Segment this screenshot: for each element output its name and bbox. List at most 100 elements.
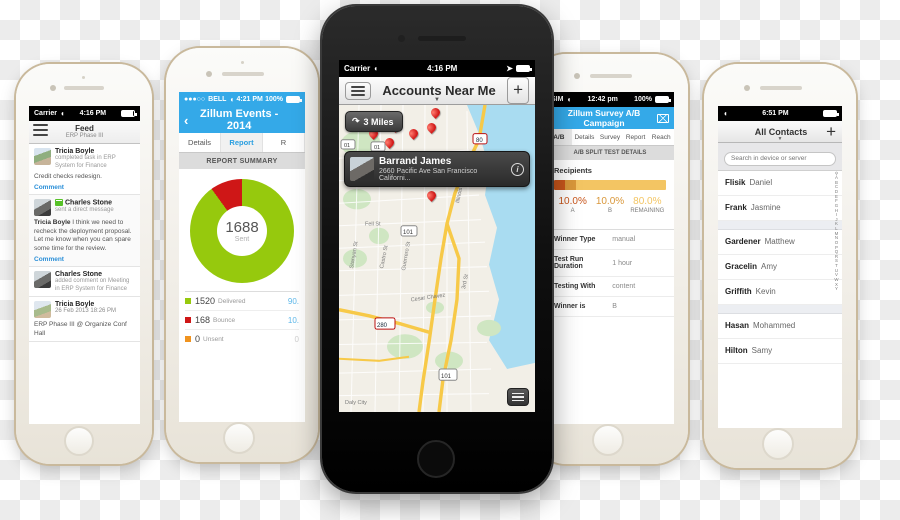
feed-action: completed task in ERP System for Finance xyxy=(55,155,116,169)
earpiece-speaker xyxy=(222,72,264,76)
list-item[interactable]: Frank Jasmine xyxy=(718,196,842,221)
svg-text:Daly City: Daly City xyxy=(345,400,367,406)
tab-bar: Details Report R xyxy=(179,133,305,153)
tab-report[interactable]: Report xyxy=(623,129,649,145)
battery-icon xyxy=(823,110,839,117)
list-item[interactable]: Charles Stone sent a direct message Tric… xyxy=(29,195,140,268)
envelope-icon[interactable] xyxy=(657,113,669,123)
wifi-icon: ◖ xyxy=(229,95,235,104)
home-button[interactable] xyxy=(64,426,94,456)
list-item[interactable]: Tricia Boyle 26 Feb 2013 18:26 PM ERP Ph… xyxy=(29,297,140,343)
comment-link[interactable]: Comment xyxy=(34,184,135,191)
svg-text:80: 80 xyxy=(476,138,483,144)
feed-body: ERP Phase III @ Organize Conf Hall xyxy=(34,321,127,337)
ab-bar-segment xyxy=(576,180,666,190)
earpiece-speaker xyxy=(760,86,802,90)
chevron-down-icon[interactable]: ▼ xyxy=(339,97,535,103)
comment-link[interactable]: Comment xyxy=(34,256,135,263)
directions-icon: ↷ xyxy=(352,116,360,126)
wifi-icon: ◖ xyxy=(723,109,728,118)
page-title: Zillum Events - 2014 xyxy=(200,108,279,132)
ab-percent-row: 10.0% A 10.0% B 80.0% REMAINING xyxy=(554,196,666,214)
ab-label-remaining: REMAINING xyxy=(630,208,665,214)
status-bar: Carrier ◖ 4:16 PM xyxy=(29,106,140,121)
tab-details[interactable]: Details xyxy=(179,133,221,152)
radius-button[interactable]: ↷ 3 Miles xyxy=(345,111,403,132)
page-title: Feed xyxy=(75,124,94,133)
table-row[interactable]: Winner Type manual xyxy=(546,230,674,250)
contact-last-name: Hasan xyxy=(725,321,750,330)
front-camera xyxy=(574,73,580,79)
legend-percent: 0 xyxy=(294,334,299,344)
search-input[interactable] xyxy=(724,151,836,166)
home-button[interactable] xyxy=(592,424,624,456)
section-divider xyxy=(718,220,842,230)
list-item[interactable]: Charles Stone added comment on Meeting i… xyxy=(29,267,140,298)
signal-dots: ●●●○○ xyxy=(184,96,206,103)
menu-icon[interactable] xyxy=(33,124,48,136)
home-button[interactable] xyxy=(417,440,455,478)
row-value: manual xyxy=(612,236,636,243)
feed-author: Charles Stone xyxy=(55,271,103,279)
recipients-label: Recipients xyxy=(554,166,592,175)
home-button[interactable] xyxy=(762,428,794,460)
svg-text:101: 101 xyxy=(441,374,452,380)
contact-last-name: Hilton xyxy=(725,346,748,355)
legend-row[interactable]: 0 Unsent 0 xyxy=(185,329,299,348)
front-camera xyxy=(50,85,56,91)
tab-details[interactable]: Details xyxy=(572,129,598,145)
list-item[interactable]: Tricia Boyle completed task in ERP Syste… xyxy=(29,144,140,196)
index-letter[interactable]: Y xyxy=(835,286,838,292)
feed-timestamp: 26 Feb 2013 18:26 PM xyxy=(55,308,117,315)
message-icon xyxy=(55,199,63,207)
status-bar: ◖ 6:51 PM xyxy=(718,106,842,121)
list-item[interactable]: Gardener Matthew xyxy=(718,230,842,255)
table-row[interactable]: Winner is B xyxy=(546,297,674,317)
battery-percent: 100% xyxy=(634,96,652,103)
legend-swatch xyxy=(185,336,191,342)
chevron-down-icon[interactable]: ▼ xyxy=(718,136,842,142)
section-divider xyxy=(718,304,842,314)
map-canvas[interactable]: Fell St Stanyan St Castro St Guerrero St… xyxy=(339,105,535,412)
avatar xyxy=(350,157,374,181)
phone-feed: Carrier ◖ 4:16 PM Feed ERP Phase III Tri… xyxy=(16,64,152,464)
legend-label: Delivered xyxy=(218,297,246,305)
contact-last-name: Flisik xyxy=(725,178,746,187)
list-item[interactable]: Gracelin Amy xyxy=(718,255,842,280)
contacts-screen: ◖ 6:51 PM All Contacts + ▼ Flisik Daniel xyxy=(718,106,842,428)
legend-row[interactable]: 1520 Delivered 90. xyxy=(185,291,299,310)
legend-percent: 90. xyxy=(287,296,299,306)
events-screen: ●●●○○ BELL ◖ 4:21 PM 100% ‹ Zillum Event… xyxy=(179,92,305,422)
legend-label: Unsent xyxy=(203,335,224,343)
battery-percent: 100% xyxy=(265,96,283,103)
battery-icon xyxy=(655,96,671,103)
home-button[interactable] xyxy=(223,422,255,454)
alphabet-index[interactable]: ⚲ ABCDEFGHIJKLMNOPQRSTUVWXY xyxy=(832,171,841,364)
contact-first-name: Matthew xyxy=(764,237,795,246)
ab-detail-rows: Winner Type manual Test Run Duration 1 h… xyxy=(546,229,674,317)
table-row[interactable]: Test Run Duration 1 hour xyxy=(546,250,674,277)
info-icon[interactable]: i xyxy=(511,162,524,176)
table-row[interactable]: Testing With content xyxy=(546,277,674,297)
status-bar: SIM ◖ 12:42 pm 100% xyxy=(546,92,674,107)
svg-text:Fell St: Fell St xyxy=(365,222,381,228)
screenshot-stage: Carrier ◖ 4:16 PM Feed ERP Phase III Tri… xyxy=(0,0,900,520)
tab-reach[interactable]: Reach xyxy=(648,129,674,145)
tab-reach[interactable]: R xyxy=(263,133,305,152)
ab-percent-a: 10.0% xyxy=(558,196,587,207)
avatar xyxy=(34,148,51,165)
list-view-icon[interactable] xyxy=(507,388,529,406)
map-callout[interactable]: Barrand James 2660 Pacific Ave San Franc… xyxy=(344,151,530,187)
tab-report[interactable]: Report xyxy=(221,133,263,152)
list-item[interactable]: Flisik Daniel xyxy=(718,171,842,196)
list-item[interactable]: Hilton Samy xyxy=(718,339,842,364)
legend-row[interactable]: 168 Bounce 10. xyxy=(185,310,299,329)
phone-ab-campaign: SIM ◖ 12:42 pm 100% Zillum Survey A/B Ca… xyxy=(532,54,688,464)
list-item[interactable]: Griffith Kevin xyxy=(718,280,842,305)
tab-survey[interactable]: Survey xyxy=(597,129,623,145)
location-arrow-icon: ➤ xyxy=(506,64,513,73)
list-item[interactable]: Hasan Mohammed xyxy=(718,314,842,339)
avatar xyxy=(34,199,51,217)
row-key: Winner is xyxy=(554,303,586,310)
phone-contacts: ◖ 6:51 PM All Contacts + ▼ Flisik Daniel xyxy=(704,64,856,468)
